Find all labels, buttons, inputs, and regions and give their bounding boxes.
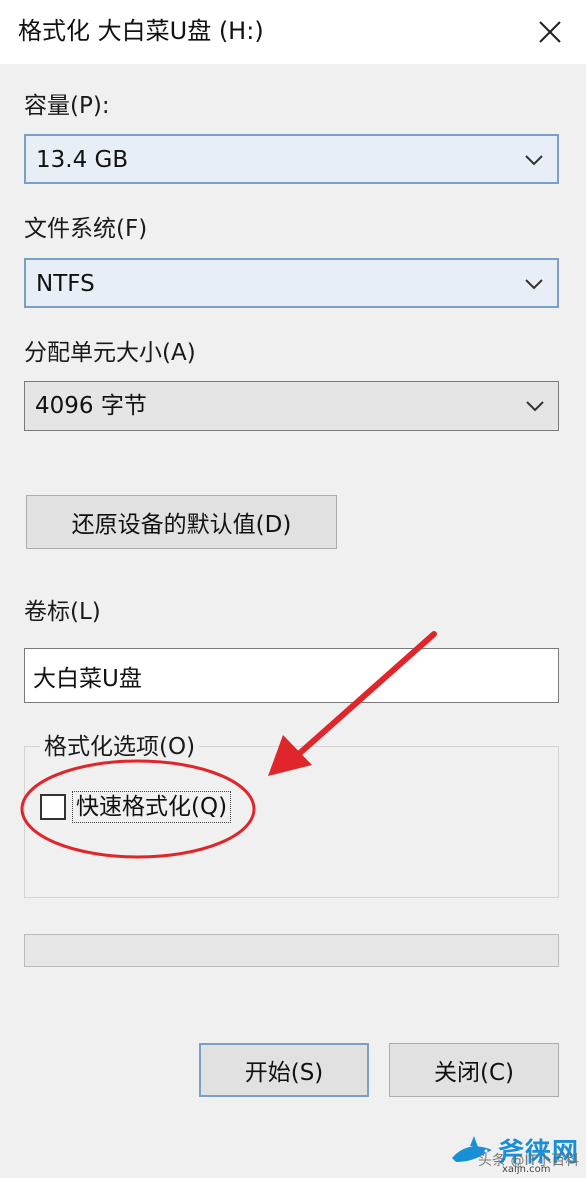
- capacity-label: 容量(P):: [24, 93, 110, 119]
- quick-format-checkbox[interactable]: [40, 794, 66, 820]
- allocation-select[interactable]: 4096 字节: [24, 381, 559, 431]
- watermark-credit: 头条 @IT小百科: [478, 1153, 580, 1169]
- capacity-select[interactable]: 13.4 GB: [24, 134, 559, 184]
- volume-label: 卷标(L): [24, 599, 101, 625]
- close-button[interactable]: [514, 0, 586, 64]
- allocation-label: 分配单元大小(A): [24, 340, 196, 366]
- format-progress-bar: [24, 934, 559, 967]
- format-options-legend: 格式化选项(O): [40, 732, 200, 762]
- filesystem-value: NTFS: [36, 271, 95, 297]
- restore-defaults-button[interactable]: 还原设备的默认值(D): [26, 495, 337, 549]
- volume-field[interactable]: [24, 648, 559, 703]
- quick-format-label[interactable]: 快速格式化(Q): [72, 791, 232, 823]
- filesystem-select[interactable]: NTFS: [24, 258, 559, 308]
- volume-input[interactable]: [33, 657, 543, 695]
- capacity-value: 13.4 GB: [36, 147, 129, 173]
- filesystem-label: 文件系统(F): [24, 216, 148, 242]
- chevron-down-icon: [526, 401, 544, 412]
- allocation-value: 4096 字节: [35, 393, 147, 419]
- chevron-down-icon: [525, 155, 543, 166]
- title-bar: 格式化 大白菜U盘 (H:): [0, 0, 586, 64]
- start-button[interactable]: 开始(S): [199, 1043, 369, 1097]
- quick-format-option[interactable]: 快速格式化(Q): [40, 790, 232, 824]
- chevron-down-icon: [525, 279, 543, 290]
- window-title: 格式化 大白菜U盘 (H:): [18, 17, 264, 45]
- close-icon: [539, 21, 561, 43]
- close-dialog-button[interactable]: 关闭(C): [389, 1043, 559, 1097]
